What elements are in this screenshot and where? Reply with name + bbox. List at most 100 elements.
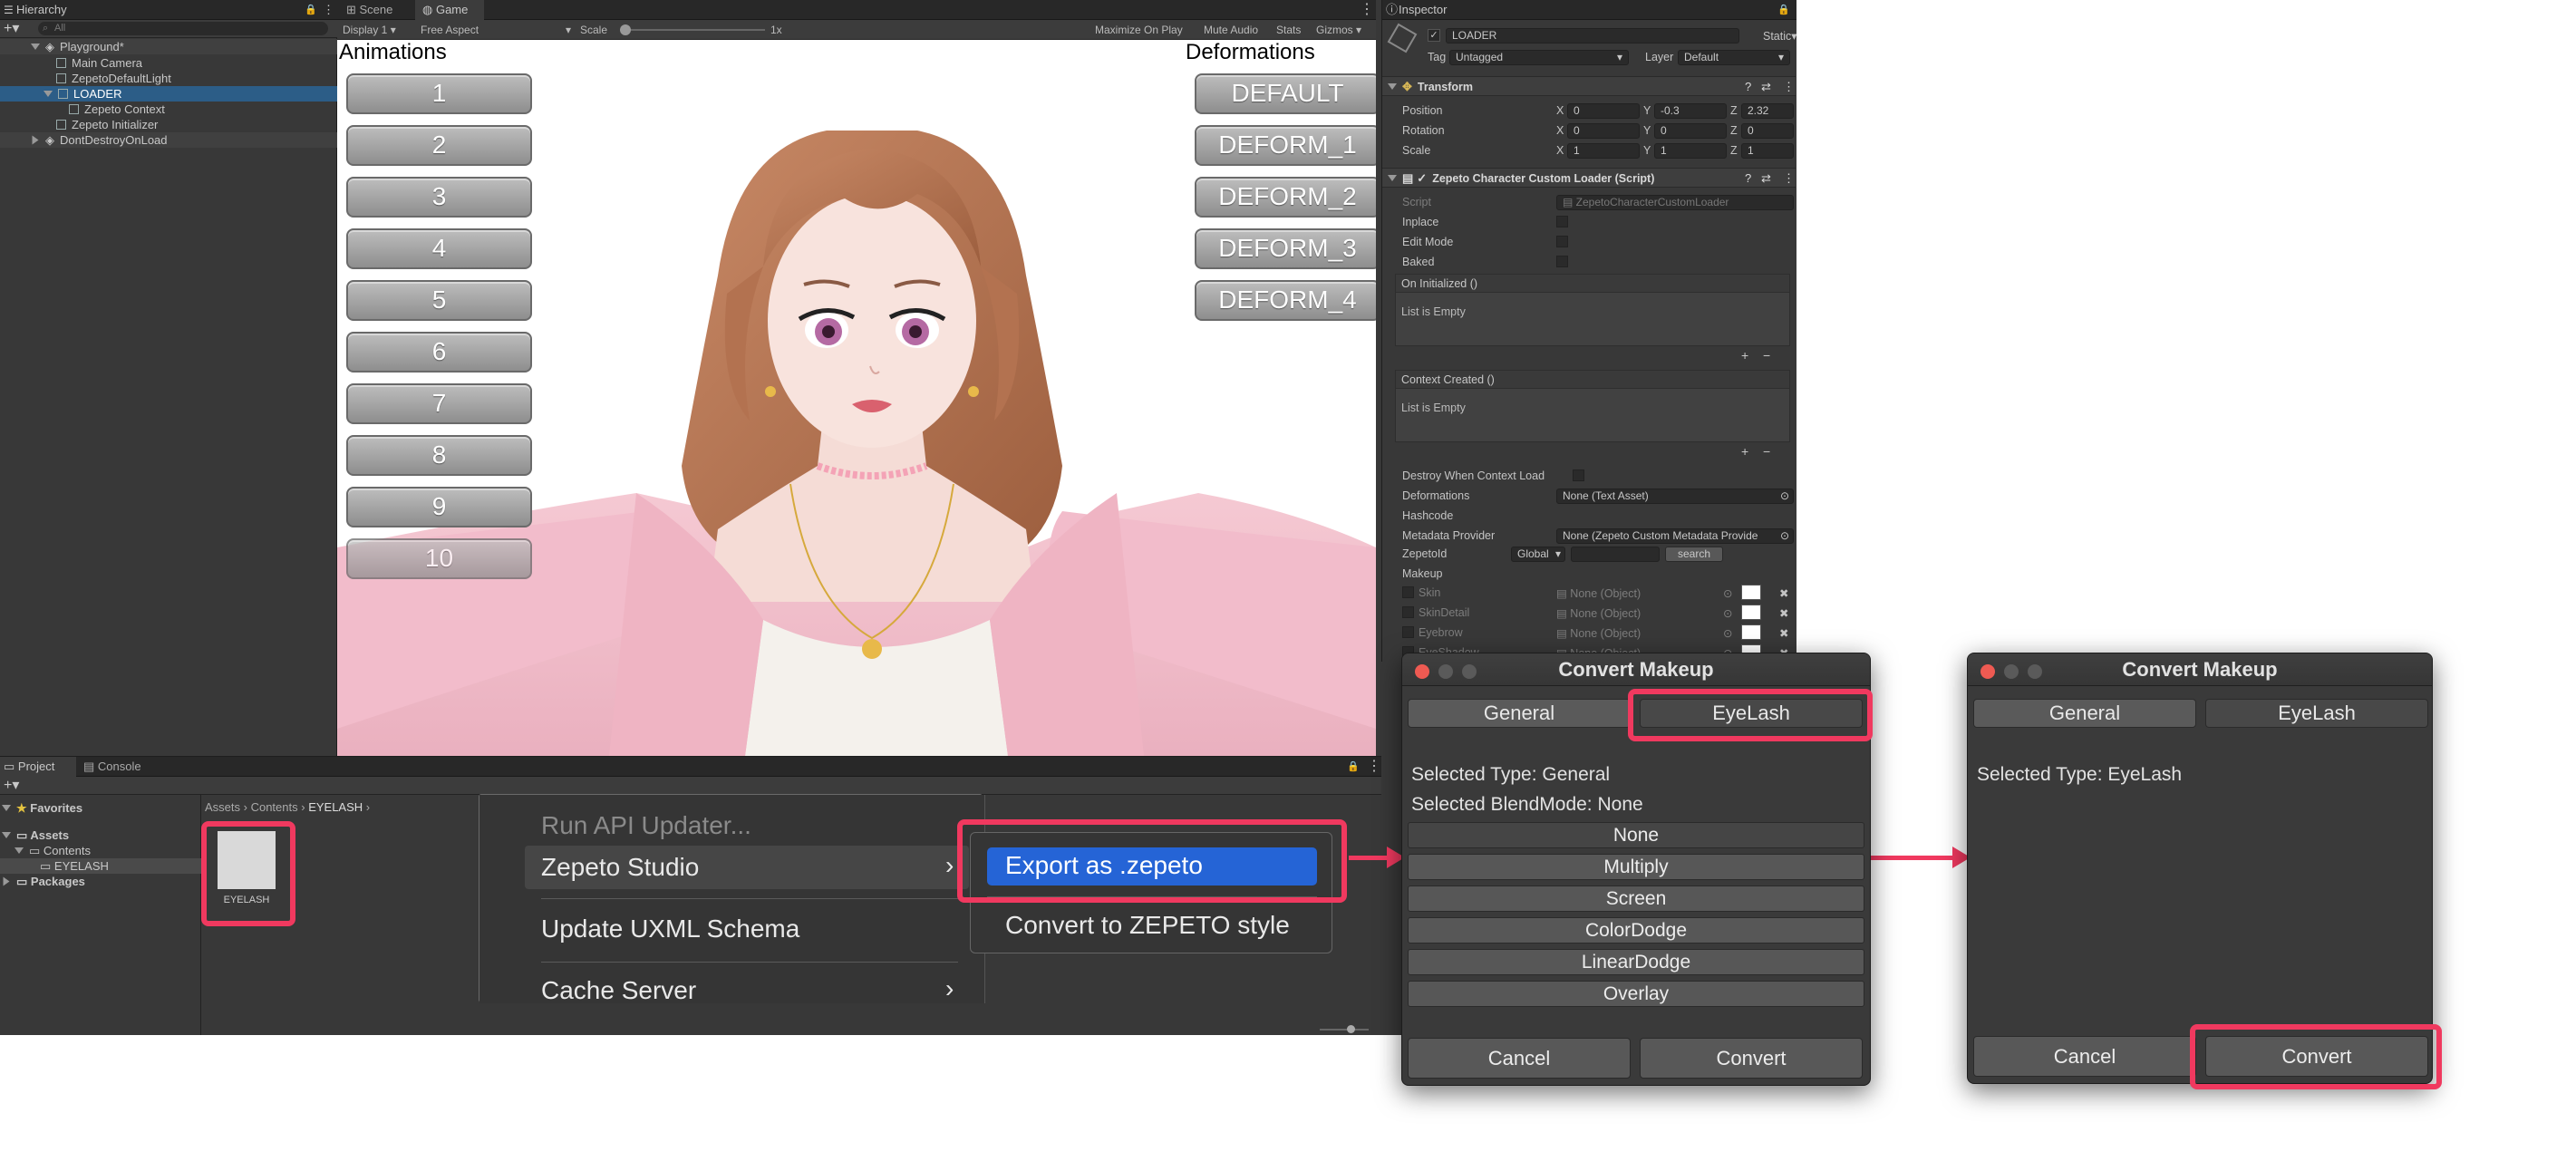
edit-mode-checkbox[interactable] (1556, 236, 1568, 247)
makeup-checkbox[interactable] (1402, 626, 1414, 638)
remove-icon[interactable]: ✖ (1779, 626, 1788, 640)
favorites-row[interactable]: ★ Favorites (2, 800, 82, 816)
makeup-object-field[interactable]: ▤ None (Object) (1556, 626, 1641, 640)
add-event-button[interactable]: + (1741, 348, 1748, 363)
expand-arrow-icon[interactable] (2, 832, 11, 838)
tab-scene[interactable]: ⊞ Scene (346, 0, 392, 20)
menu-item-update-uxml[interactable]: Update UXML Schema (541, 915, 799, 944)
hierarchy-row-zepeto-context[interactable]: Zepeto Context (69, 102, 165, 117)
hierarchy-row-loader[interactable]: LOADER (0, 86, 337, 102)
makeup-checkbox[interactable] (1402, 586, 1414, 598)
lock-icon[interactable]: 🔒 (305, 0, 317, 20)
assets-row[interactable]: ▭ Assets (2, 827, 69, 843)
remove-event-button[interactable]: − (1763, 348, 1770, 363)
makeup-checkbox[interactable] (1402, 606, 1414, 618)
close-window-icon[interactable] (1415, 664, 1429, 679)
scale-y[interactable]: 1 (1654, 143, 1727, 159)
static-dropdown[interactable]: Static▾ (1763, 29, 1796, 43)
expand-arrow-icon[interactable] (32, 135, 39, 145)
blend-lineardodge-button[interactable]: LinearDodge (1408, 949, 1864, 975)
deform-button-default[interactable]: DEFAULT (1195, 73, 1376, 114)
aspect-dropdown[interactable]: Free Aspect ▾ (421, 20, 575, 40)
expand-arrow-icon[interactable] (44, 91, 53, 97)
expand-arrow-icon[interactable] (1388, 175, 1397, 181)
object-name-field[interactable]: LOADER (1446, 28, 1739, 44)
menu-item-zepeto-studio[interactable]: Zepeto Studio (541, 853, 699, 882)
maximize-toggle[interactable]: Maximize On Play (1095, 20, 1183, 40)
thumbnail-size-slider[interactable] (1320, 1025, 1369, 1033)
display-dropdown[interactable]: Display 1 ▾ (343, 20, 396, 40)
deform-button-3[interactable]: DEFORM_3 (1195, 228, 1376, 269)
rotation-y[interactable]: 0 (1654, 123, 1727, 139)
menu-dots-icon[interactable]: ⋮ (323, 0, 334, 20)
makeup-object-field[interactable]: ▤ None (Object) (1556, 606, 1641, 620)
anim-button-9[interactable]: 9 (346, 487, 532, 527)
hierarchy-search[interactable]: ⌕ All (38, 22, 328, 35)
hierarchy-tab[interactable]: ☰ Hierarchy 🔒 ⋮ (0, 0, 337, 20)
blend-none-button[interactable]: None (1408, 822, 1864, 848)
blend-overlay-button[interactable]: Overlay (1408, 981, 1864, 1007)
tab-console[interactable]: ▤ Console (83, 757, 141, 777)
deform-button-2[interactable]: DEFORM_2 (1195, 177, 1376, 218)
submenu-item-convert-style[interactable]: Convert to ZEPETO style (1005, 911, 1290, 940)
scale-x[interactable]: 1 (1567, 143, 1640, 159)
eyelash-folder-row[interactable]: ▭ EYELASH (0, 858, 201, 874)
object-picker-icon[interactable]: ⊙ (1780, 489, 1789, 503)
object-picker-icon[interactable]: ⊙ (1723, 626, 1732, 640)
color-swatch[interactable] (1741, 605, 1761, 620)
zepetoid-dropdown[interactable]: Global ▾ (1511, 547, 1565, 562)
hierarchy-row-light[interactable]: ZepetoDefaultLight (56, 71, 171, 86)
lock-icon[interactable]: 🔒 (1777, 0, 1790, 20)
gizmos-dropdown[interactable]: Gizmos ▾ (1316, 20, 1361, 40)
anim-button-3[interactable]: 3 (346, 177, 532, 218)
mute-toggle[interactable]: Mute Audio (1204, 20, 1258, 40)
anim-button-2[interactable]: 2 (346, 125, 532, 166)
help-icon[interactable]: ? (1745, 169, 1751, 189)
cancel-button[interactable]: Cancel (1408, 1038, 1631, 1079)
packages-row[interactable]: ▭ Packages (2, 874, 85, 889)
convert-button[interactable]: Convert (1640, 1038, 1863, 1079)
scale-z[interactable]: 1 (1741, 143, 1794, 159)
add-event-button[interactable]: + (1741, 444, 1748, 459)
contents-row[interactable]: ▭ Contents (15, 843, 91, 858)
anim-button-10[interactable]: 10 (346, 538, 532, 579)
tab-general[interactable]: General (1408, 699, 1631, 728)
baked-checkbox[interactable] (1556, 256, 1568, 267)
remove-event-button[interactable]: − (1763, 444, 1770, 459)
color-swatch[interactable] (1741, 624, 1761, 640)
position-z[interactable]: 2.32 (1741, 103, 1794, 119)
search-button[interactable]: search (1665, 547, 1723, 562)
deform-button-4[interactable]: DEFORM_4 (1195, 280, 1376, 321)
anim-button-1[interactable]: 1 (346, 73, 532, 114)
settings-icon[interactable]: ⇄ (1761, 77, 1771, 97)
deformations-field[interactable]: None (Text Asset) ⊙ (1556, 489, 1794, 504)
hierarchy-row-dontdestroy[interactable]: ◈ DontDestroyOnLoad (0, 132, 337, 148)
metadata-field[interactable]: None (Zepeto Custom Metadata Provide ⊙ (1556, 528, 1794, 544)
blend-multiply-button[interactable]: Multiply (1408, 854, 1864, 880)
scale-slider[interactable] (620, 24, 765, 35)
position-y[interactable]: -0.3 (1654, 103, 1727, 119)
remove-icon[interactable]: ✖ (1779, 606, 1788, 620)
hierarchy-row-zepeto-initializer[interactable]: Zepeto Initializer (56, 117, 158, 132)
breadcrumb-item[interactable]: EYELASH (308, 800, 363, 814)
anim-button-7[interactable]: 7 (346, 383, 532, 424)
layer-dropdown[interactable]: Default ▾ (1678, 50, 1790, 65)
rotation-x[interactable]: 0 (1567, 123, 1640, 139)
position-x[interactable]: 0 (1567, 103, 1640, 119)
close-window-icon[interactable] (1980, 664, 1995, 679)
anim-button-4[interactable]: 4 (346, 228, 532, 269)
remove-icon[interactable]: ✖ (1779, 586, 1788, 600)
expand-arrow-icon[interactable] (15, 847, 24, 854)
tag-dropdown[interactable]: Untagged ▾ (1449, 50, 1629, 65)
tab-eyelash[interactable]: EyeLash (2205, 699, 2428, 728)
cancel-button[interactable]: Cancel (1973, 1036, 2196, 1077)
blend-screen-button[interactable]: Screen (1408, 886, 1864, 912)
makeup-object-field[interactable]: ▤ None (Object) (1556, 586, 1641, 600)
script-header[interactable]: ▤ ✓ Zepeto Character Custom Loader (Script… (1382, 168, 1796, 188)
expand-arrow-icon[interactable] (3, 876, 10, 886)
menu-dots-icon[interactable]: ⋮ (1783, 77, 1795, 97)
expand-arrow-icon[interactable] (1388, 83, 1397, 90)
settings-icon[interactable]: ⇄ (1761, 169, 1771, 189)
lock-icon[interactable]: 🔒 (1347, 757, 1360, 777)
color-swatch[interactable] (1741, 585, 1761, 600)
